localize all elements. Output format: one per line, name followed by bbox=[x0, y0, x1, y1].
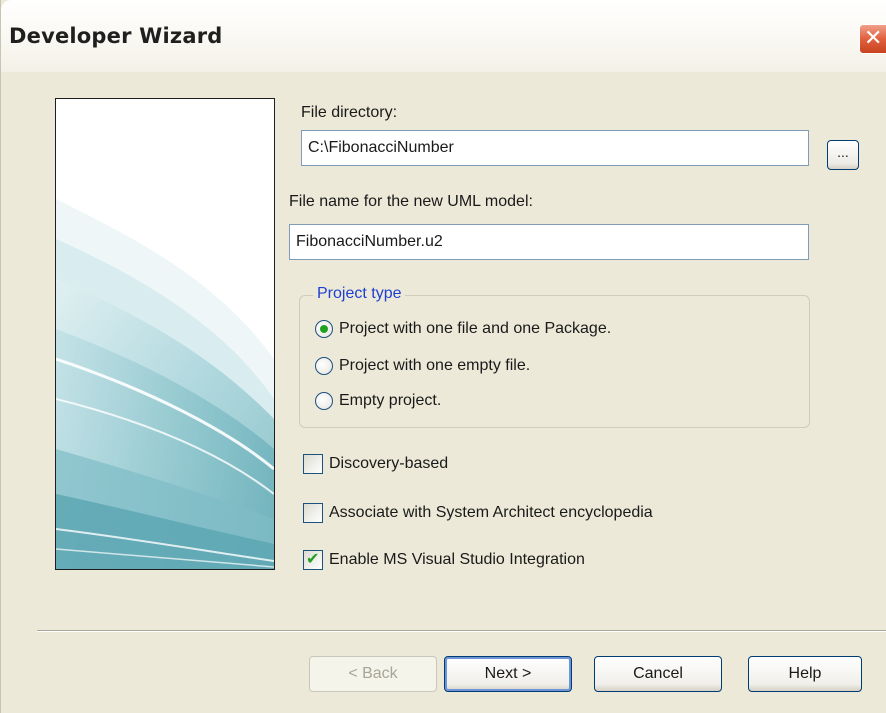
browse-button[interactable]: ... bbox=[827, 140, 859, 170]
title-bar[interactable]: Developer Wizard ✕ bbox=[1, 0, 886, 72]
file-directory-input[interactable] bbox=[301, 130, 809, 166]
radio-label: Empty project. bbox=[339, 392, 442, 409]
file-name-label: File name for the new UML model: bbox=[289, 193, 533, 210]
radio-button[interactable] bbox=[315, 320, 333, 338]
developer-wizard-dialog: Developer Wizard ✕ File directory: C:\Fi… bbox=[0, 0, 886, 713]
associate-encyclopedia-checkbox[interactable] bbox=[303, 503, 323, 523]
footer-divider bbox=[37, 630, 886, 632]
file-name-input[interactable] bbox=[289, 224, 809, 260]
close-icon: ✕ bbox=[864, 26, 883, 51]
back-button[interactable]: < Back bbox=[309, 656, 437, 692]
radio-label: Project with one file and one Package. bbox=[339, 320, 612, 337]
vs-integration-checkbox[interactable] bbox=[303, 549, 323, 570]
radio-button[interactable] bbox=[315, 357, 333, 375]
help-button[interactable]: Help bbox=[748, 656, 862, 692]
project-type-legend: Project type bbox=[313, 285, 406, 303]
associate-encyclopedia-label: Associate with System Architect encyclop… bbox=[329, 504, 653, 521]
window-title: Developer Wizard bbox=[9, 24, 223, 48]
wizard-banner-image bbox=[55, 98, 275, 570]
next-button[interactable]: Next > bbox=[444, 656, 572, 692]
wave-graphic bbox=[56, 99, 274, 569]
close-button[interactable]: ✕ bbox=[859, 24, 886, 54]
vs-integration-label: Enable MS Visual Studio Integration bbox=[329, 551, 585, 568]
discovery-based-label: Discovery-based bbox=[329, 455, 449, 472]
discovery-based-checkbox[interactable] bbox=[303, 454, 323, 474]
radio-label: Project with one empty file. bbox=[339, 357, 531, 374]
cancel-button[interactable]: Cancel bbox=[594, 656, 722, 692]
radio-button[interactable] bbox=[315, 392, 333, 410]
file-directory-label: File directory: bbox=[301, 104, 398, 121]
